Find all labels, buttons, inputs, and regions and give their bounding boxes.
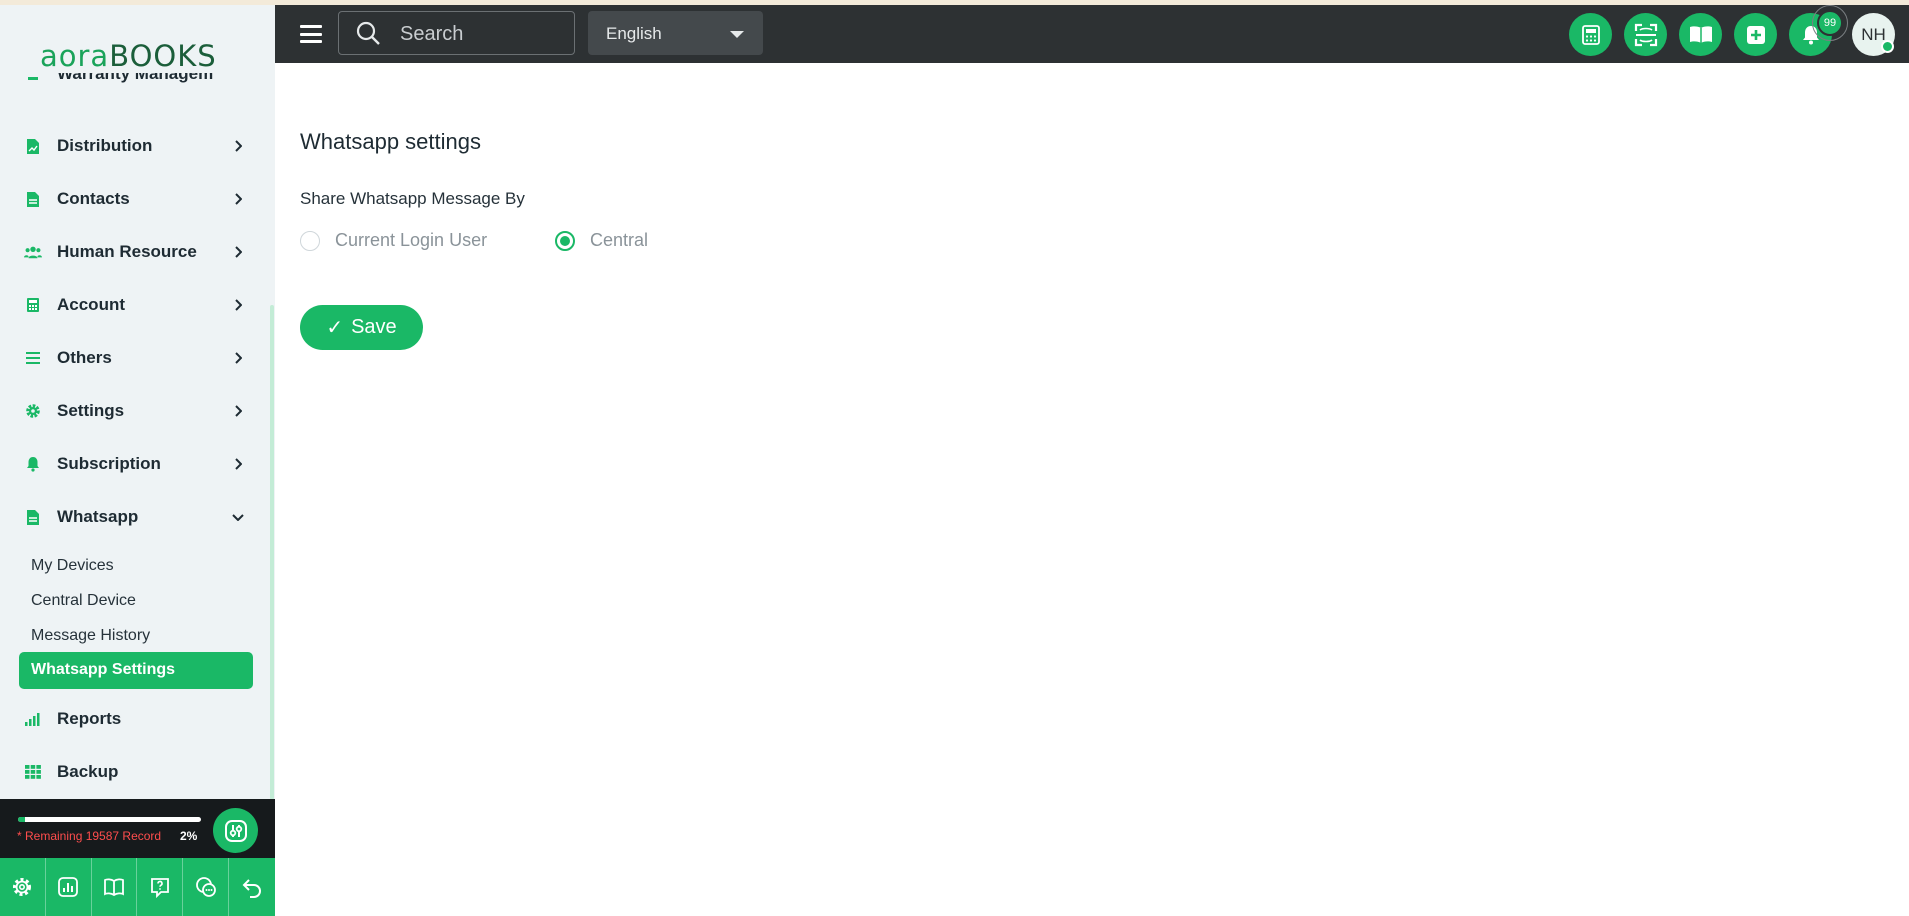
hamburger-line [300, 40, 322, 43]
chevron-right-icon [231, 298, 245, 312]
submenu-item-label: Whatsapp Settings [31, 661, 176, 678]
calculator-button[interactable] [1569, 13, 1612, 56]
notification-badge: 99 [1817, 10, 1843, 36]
bottom-settings-button[interactable] [0, 858, 46, 916]
radio-central[interactable] [555, 231, 575, 251]
scan-button[interactable] [1624, 13, 1667, 56]
sidebar-item-label: Distribution [57, 136, 153, 155]
users-icon [24, 243, 42, 261]
hamburger-line [300, 25, 322, 28]
caret-down-icon [730, 31, 744, 38]
list-icon [24, 349, 42, 367]
sidebar-item-label: Account [57, 295, 125, 314]
bottom-help-button[interactable] [137, 858, 184, 916]
menu-toggle-button[interactable] [300, 25, 322, 43]
sidebar-item-human-resource[interactable]: Human Resource [0, 232, 262, 272]
chevron-right-icon [231, 245, 245, 259]
upgrade-button[interactable] [213, 808, 258, 853]
bottom-guide-button[interactable] [92, 858, 138, 916]
record-progress-fill [18, 817, 26, 822]
chat-icon [195, 877, 216, 897]
sidebar-item-whatsapp[interactable]: Whatsapp [0, 497, 262, 537]
sidebar-item-label: Subscription [57, 454, 161, 473]
calculator-icon [24, 296, 42, 314]
remaining-records-text: * Remaining 19587 Record [17, 829, 162, 843]
sidebar-item-label: Reports [57, 709, 122, 728]
sidebar-item-others[interactable]: Others [0, 338, 262, 378]
scan-icon [1634, 23, 1657, 46]
sidebar-item-settings[interactable]: Settings [0, 391, 262, 431]
sidebar-item-account[interactable]: Account [0, 285, 262, 325]
share-by-label: Share Whatsapp Message By [300, 189, 525, 208]
logo-part-1: aora [40, 39, 110, 73]
gear-icon [24, 402, 42, 420]
sidebar-item-warranty[interactable]: Warranty Managem [0, 73, 262, 95]
sidebar-item-label: Others [57, 348, 112, 367]
submenu-item-central-device[interactable]: Central Device [31, 592, 136, 610]
chevron-right-icon [231, 351, 245, 365]
record-progress-bar [18, 817, 201, 822]
sidebar-item-subscription[interactable]: Subscription [0, 444, 262, 484]
file-icon [24, 73, 42, 85]
submenu-item-message-history[interactable]: Message History [31, 627, 150, 645]
logo-part-2: BOOKS [109, 39, 217, 73]
file-icon [24, 508, 42, 526]
sidebar-item-label: Warranty Managem [57, 73, 214, 83]
bottom-back-button[interactable] [229, 858, 275, 916]
search-input[interactable] [400, 22, 560, 46]
calculator-icon [1581, 24, 1600, 45]
chevron-right-icon [231, 139, 245, 153]
sidebar-item-label: Human Resource [57, 242, 197, 261]
chart-icon [58, 877, 79, 897]
page-title: Whatsapp settings [300, 129, 481, 154]
save-button-label: Save [351, 316, 397, 338]
book-open-icon [1689, 25, 1712, 43]
file-icon [24, 190, 42, 208]
bar-chart-icon [24, 710, 42, 728]
chevron-right-icon [231, 192, 245, 206]
sidebar-item-backup[interactable]: Backup [0, 752, 262, 792]
save-button[interactable]: ✓ Save [300, 305, 423, 350]
bottom-toolbar [0, 858, 275, 916]
chevron-down-icon [231, 510, 245, 524]
file-chart-icon [24, 137, 42, 155]
undo-icon [242, 879, 261, 898]
chevron-right-icon [231, 457, 245, 471]
sliders-icon [224, 819, 247, 842]
brand-logo[interactable]: aoraBOOKS [40, 39, 217, 73]
record-percent: 2% [180, 829, 198, 843]
sidebar-item-reports[interactable]: Reports [0, 699, 262, 739]
bottom-reports-button[interactable] [46, 858, 92, 916]
search-icon [356, 21, 380, 45]
grid-icon [24, 763, 42, 781]
submenu-item-my-devices[interactable]: My Devices [31, 557, 114, 575]
plus-square-icon [1746, 25, 1765, 44]
sidebar-item-label: Contacts [57, 189, 130, 208]
language-value: English [606, 24, 662, 43]
sidebar-item-label: Backup [57, 762, 119, 781]
sidebar-item-contacts[interactable]: Contacts [0, 179, 262, 219]
sidebar-item-label: Whatsapp [57, 507, 139, 526]
check-icon: ✓ [326, 317, 344, 339]
bell-icon [24, 455, 42, 473]
bottom-chat-button[interactable] [183, 858, 229, 916]
sidebar-item-distribution[interactable]: Distribution [0, 126, 262, 166]
guide-button[interactable] [1679, 13, 1722, 56]
online-status-dot [1881, 40, 1894, 53]
radio-label-current-login-user[interactable]: Current Login User [335, 230, 487, 251]
sidebar-item-label: Settings [57, 401, 125, 420]
book-icon [104, 878, 124, 897]
hamburger-line [300, 32, 322, 36]
sidebar-scrollbar[interactable] [270, 305, 274, 800]
radio-label-central[interactable]: Central [590, 230, 648, 251]
gear-icon [13, 878, 32, 896]
radio-current-login-user[interactable] [300, 231, 320, 251]
quick-add-button[interactable] [1734, 13, 1777, 56]
help-icon [150, 878, 169, 899]
chevron-right-icon [231, 404, 245, 418]
